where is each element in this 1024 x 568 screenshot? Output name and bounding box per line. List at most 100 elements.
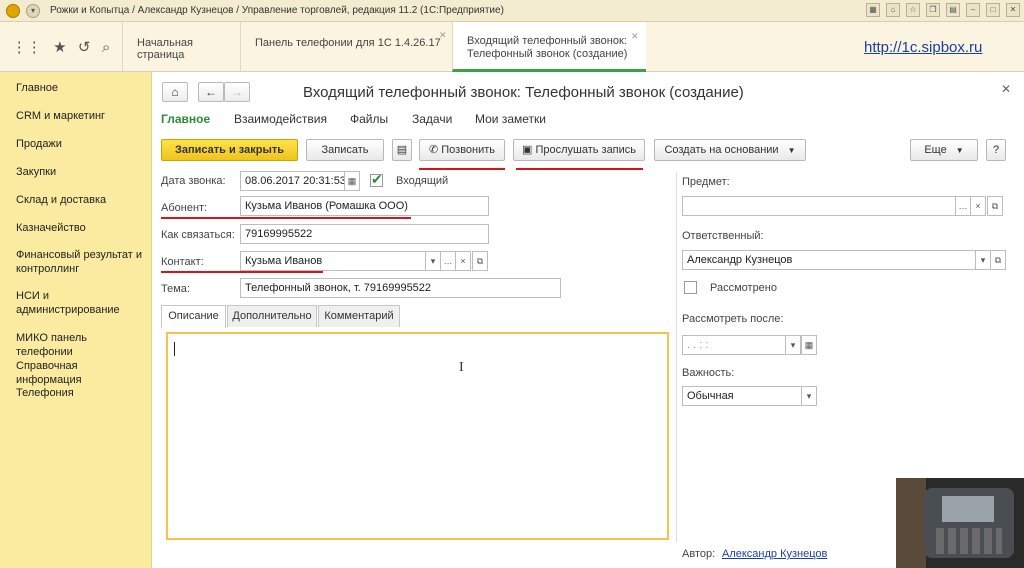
- more-button[interactable]: Еще ▼: [910, 139, 978, 161]
- contact-how-input[interactable]: 79169995522: [240, 224, 489, 244]
- section-main[interactable]: Главное: [161, 112, 210, 126]
- sidebar-item-telephony[interactable]: Телефония: [16, 386, 146, 400]
- sidebar: Главное CRM и маркетинг Продажи Закупки …: [0, 72, 152, 568]
- incoming-label: Входящий: [396, 175, 449, 187]
- search-icon[interactable]: ⌕: [102, 39, 110, 56]
- apps-grid-icon[interactable]: ⋮⋮: [12, 38, 42, 56]
- date-input[interactable]: 08.06.2017 20:31:53: [240, 171, 345, 191]
- close-icon[interactable]: ✕: [439, 30, 447, 41]
- contact-label: Контакт:: [161, 256, 204, 268]
- create-based-label: Создать на основании: [664, 144, 779, 156]
- contact-input[interactable]: Кузьма Иванов: [240, 251, 426, 271]
- date-label: Дата звонка:: [161, 175, 226, 187]
- call-button[interactable]: ✆ Позвонить: [419, 139, 505, 161]
- reviewed-checkbox[interactable]: [684, 281, 697, 294]
- back-button[interactable]: ←: [198, 82, 224, 102]
- author-label: Автор:: [682, 548, 716, 560]
- sidebar-item-crm[interactable]: CRM и маркетинг: [16, 109, 146, 123]
- chevron-down-icon: ▼: [787, 146, 796, 155]
- topic-input[interactable]: Телефонный звонок, т. 79169995522: [240, 278, 561, 298]
- listen-recording-button[interactable]: ▣ Прослушать запись: [513, 139, 645, 161]
- tab-additional[interactable]: Дополнительно: [227, 305, 317, 327]
- sidebar-item-main[interactable]: Главное: [16, 81, 146, 95]
- open-icon[interactable]: ⧉: [472, 251, 488, 271]
- form-close-icon[interactable]: ✕: [1001, 82, 1011, 96]
- sidebar-item-reference[interactable]: Справочная информация: [16, 359, 146, 387]
- reviewed-label: Рассмотрено: [710, 282, 777, 294]
- create-based-button[interactable]: Создать на основании ▼: [654, 139, 806, 161]
- listen-button-label: Прослушать запись: [535, 144, 637, 156]
- sidebar-item-treasury[interactable]: Казначейство: [16, 221, 146, 235]
- responsible-input[interactable]: Александр Кузнецов: [682, 250, 976, 270]
- subject-input[interactable]: [682, 196, 956, 216]
- tab-label: Панель телефонии для 1С 1.4.26.17: [255, 37, 441, 49]
- section-files[interactable]: Файлы: [350, 112, 388, 126]
- chevron-down-icon[interactable]: ▾: [785, 335, 801, 355]
- maximize-icon[interactable]: □: [986, 3, 1000, 17]
- tab-telephony-panel[interactable]: Панель телефонии для 1С 1.4.26.17 ✕: [240, 22, 452, 72]
- grid-icon[interactable]: ▦: [866, 3, 880, 17]
- responsible-label: Ответственный:: [682, 230, 764, 242]
- save-close-button[interactable]: Записать и закрыть: [161, 139, 298, 161]
- save-button[interactable]: Записать: [306, 139, 384, 161]
- select-dots-icon[interactable]: …: [955, 196, 971, 216]
- author-link[interactable]: Александр Кузнецов: [722, 548, 827, 560]
- chevron-down-icon[interactable]: ▾: [975, 250, 991, 270]
- history-icon[interactable]: ↺: [78, 38, 91, 56]
- calc-icon[interactable]: ▤: [946, 3, 960, 17]
- more-label: Еще: [924, 144, 947, 156]
- description-editor[interactable]: I: [166, 332, 669, 540]
- tab-comment[interactable]: Комментарий: [318, 305, 400, 327]
- importance-label: Важность:: [682, 367, 735, 379]
- home-icon[interactable]: ⌂: [886, 3, 900, 17]
- sidebar-item-sales[interactable]: Продажи: [16, 137, 146, 151]
- section-tasks[interactable]: Задачи: [412, 112, 452, 126]
- contact-underline: [161, 271, 323, 273]
- sidebar-item-nsi[interactable]: НСИ и администрирование: [16, 289, 146, 317]
- importance-select[interactable]: Обычная: [682, 386, 802, 406]
- close-icon[interactable]: ✕: [631, 30, 639, 43]
- sidebar-item-warehouse[interactable]: Склад и доставка: [16, 193, 146, 207]
- calendar-icon[interactable]: ▦: [801, 335, 817, 355]
- window-titlebar: ▾ Рожки и Копытца / Александр Кузнецов /…: [0, 0, 1024, 22]
- home-button[interactable]: ⌂: [162, 82, 188, 102]
- help-button[interactable]: ?: [986, 139, 1006, 161]
- calendar-icon[interactable]: ▦: [344, 171, 360, 191]
- chevron-down-icon[interactable]: ▾: [801, 386, 817, 406]
- open-icon[interactable]: ⧉: [987, 196, 1003, 216]
- clear-icon[interactable]: ×: [455, 251, 471, 271]
- review-after-label: Рассмотреть после:: [682, 313, 784, 325]
- tab-label: Начальная страница: [137, 37, 193, 61]
- call-button-label: Позвонить: [441, 144, 496, 156]
- section-interactions[interactable]: Взаимодействия: [234, 112, 327, 126]
- close-icon[interactable]: ✕: [1006, 3, 1020, 17]
- open-icon[interactable]: ⧉: [990, 250, 1006, 270]
- sidebar-item-finance[interactable]: Финансовый результат и контроллинг: [16, 248, 146, 276]
- forward-button[interactable]: →: [224, 82, 250, 102]
- subscriber-input[interactable]: Кузьма Иванов (Ромашка ООО): [240, 196, 489, 216]
- clear-icon[interactable]: ×: [970, 196, 986, 216]
- tab-incoming-call[interactable]: Входящий телефонный звонок: Телефонный з…: [452, 22, 646, 72]
- tab-home[interactable]: Начальная страница: [122, 22, 240, 72]
- copy-icon[interactable]: ❐: [926, 3, 940, 17]
- tab-description[interactable]: Описание: [161, 305, 226, 328]
- sidebar-item-miko[interactable]: МИКО панель телефонии: [16, 331, 146, 359]
- tab-bar: ⋮⋮ ★ ↺ ⌕ Начальная страница Панель телеф…: [0, 22, 1024, 72]
- site-link[interactable]: http://1c.sipbox.ru: [864, 39, 982, 56]
- review-after-input[interactable]: . . : :: [682, 335, 786, 355]
- text-caret: [174, 342, 175, 356]
- minimize-icon[interactable]: –: [966, 3, 980, 17]
- document-icon[interactable]: ▤: [392, 139, 412, 161]
- window-title: Рожки и Копытца / Александр Кузнецов / У…: [50, 5, 504, 16]
- sidebar-item-purchases[interactable]: Закупки: [16, 165, 146, 179]
- select-dots-icon[interactable]: …: [440, 251, 456, 271]
- column-divider: [676, 172, 677, 542]
- favorites-star-icon[interactable]: ★: [53, 38, 66, 56]
- chevron-down-icon[interactable]: ▾: [425, 251, 441, 271]
- star-icon[interactable]: ☆: [906, 3, 920, 17]
- section-notes[interactable]: Мои заметки: [475, 112, 546, 126]
- form-area: ⌂ ← → Входящий телефонный звонок: Телефо…: [152, 72, 1024, 568]
- tape-icon: ▣: [521, 144, 533, 156]
- menu-icon[interactable]: ▾: [26, 3, 40, 18]
- subject-label: Предмет:: [682, 176, 730, 188]
